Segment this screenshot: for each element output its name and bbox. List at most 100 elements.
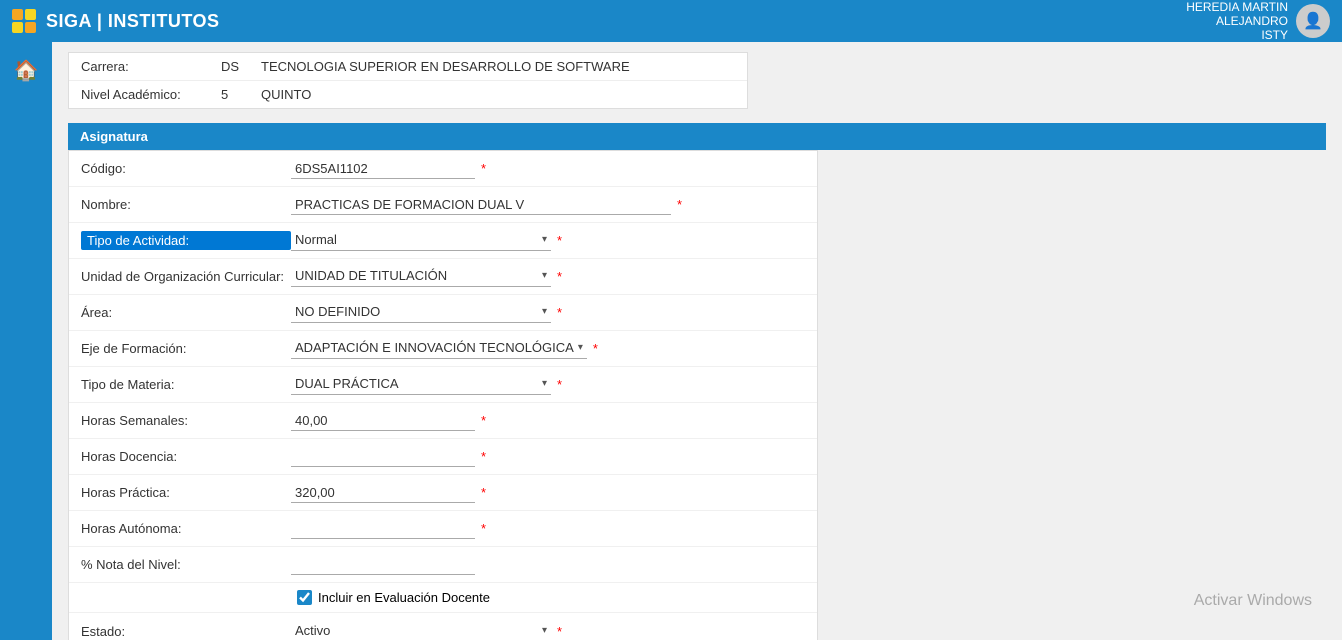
nombre-required: * (677, 197, 682, 212)
horas-practica-control: * (291, 483, 805, 503)
horas-semanales-input[interactable] (291, 411, 475, 431)
sidebar-home-button[interactable]: 🏠 (8, 52, 44, 88)
estado-required: * (557, 624, 562, 639)
area-required: * (557, 305, 562, 320)
tipo-materia-required: * (557, 377, 562, 392)
tipo-materia-value: DUAL PRÁCTICA (291, 374, 542, 393)
horas-semanales-row: Horas Semanales: * (69, 403, 817, 439)
codigo-control: * (291, 159, 805, 179)
app-body: 🏠 Carrera: DS TECNOLOGIA SUPERIOR EN DES… (0, 42, 1342, 640)
tipo-materia-select[interactable]: DUAL PRÁCTICA ▾ (291, 374, 551, 395)
horas-docencia-label: Horas Docencia: (81, 449, 291, 464)
nombre-label: Nombre: (81, 197, 291, 212)
eje-required: * (593, 341, 598, 356)
nota-nivel-row: % Nota del Nivel: (69, 547, 817, 583)
eje-value: ADAPTACIÓN E INNOVACIÓN TECNOLÓGICA (291, 338, 578, 357)
chevron-down-icon: ▾ (542, 378, 551, 389)
codigo-input[interactable] (291, 159, 475, 179)
horas-practica-input[interactable] (291, 483, 475, 503)
horas-semanales-required: * (481, 413, 486, 428)
tipo-materia-row: Tipo de Materia: DUAL PRÁCTICA ▾ * (69, 367, 817, 403)
unidad-value: UNIDAD DE TITULACIÓN (291, 266, 542, 285)
carrera-label: Carrera: (81, 59, 221, 74)
unidad-required: * (557, 269, 562, 284)
app-header: SIGA | INSTITUTOS HEREDIA MARTIN ALEJAND… (0, 0, 1342, 42)
nombre-input[interactable] (291, 195, 671, 215)
area-select[interactable]: NO DEFINIDO ▾ (291, 302, 551, 323)
incluir-eval-row: Incluir en Evaluación Docente (69, 583, 817, 613)
horas-docencia-input[interactable] (291, 447, 475, 467)
tipo-actividad-value: Normal (291, 230, 542, 249)
unidad-control: UNIDAD DE TITULACIÓN ▾ * (291, 266, 805, 287)
unidad-row: Unidad de Organización Curricular: UNIDA… (69, 259, 817, 295)
user-name2: ALEJANDRO (1186, 14, 1288, 28)
app-logo (12, 9, 36, 33)
carrera-value: TECNOLOGIA SUPERIOR EN DESARROLLO DE SOF… (261, 59, 630, 74)
chevron-down-icon: ▾ (542, 625, 551, 636)
carrera-row: Carrera: DS TECNOLOGIA SUPERIOR EN DESAR… (69, 53, 747, 81)
tipo-actividad-control: Normal ▾ * (291, 230, 805, 251)
asignatura-section: Asignatura Código: * Nombre: * (68, 123, 1326, 640)
main-content: Carrera: DS TECNOLOGIA SUPERIOR EN DESAR… (52, 42, 1342, 640)
section-title: Asignatura (68, 123, 1326, 150)
carrera-code: DS (221, 59, 261, 74)
tipo-actividad-label: Tipo de Actividad: (81, 231, 291, 250)
nivel-value: QUINTO (261, 87, 311, 102)
area-control: NO DEFINIDO ▾ * (291, 302, 805, 323)
eje-control: ADAPTACIÓN E INNOVACIÓN TECNOLÓGICA ▾ * (291, 338, 805, 359)
estado-label: Estado: (81, 624, 291, 639)
tipo-materia-control: DUAL PRÁCTICA ▾ * (291, 374, 805, 395)
info-block: Carrera: DS TECNOLOGIA SUPERIOR EN DESAR… (68, 52, 748, 109)
horas-practica-label: Horas Práctica: (81, 485, 291, 500)
nota-nivel-control (291, 555, 805, 575)
horas-semanales-control: * (291, 411, 805, 431)
chevron-down-icon: ▾ (542, 270, 551, 281)
eje-row: Eje de Formación: ADAPTACIÓN E INNOVACIÓ… (69, 331, 817, 367)
user-name3: ISTY (1186, 28, 1288, 42)
horas-practica-row: Horas Práctica: * (69, 475, 817, 511)
nivel-label: Nivel Académico: (81, 87, 221, 102)
horas-docencia-required: * (481, 449, 486, 464)
area-row: Área: NO DEFINIDO ▾ * (69, 295, 817, 331)
horas-docencia-control: * (291, 447, 805, 467)
user-name1: HEREDIA MARTIN (1186, 0, 1288, 14)
chevron-down-icon: ▾ (542, 306, 551, 317)
estado-value: Activo (291, 621, 542, 640)
codigo-required: * (481, 161, 486, 176)
codigo-row: Código: * (69, 151, 817, 187)
incluir-eval-checkbox[interactable] (297, 590, 312, 605)
asignatura-form: Código: * Nombre: * Tipo de Ac (68, 150, 818, 640)
avatar: 👤 (1296, 4, 1330, 38)
horas-docencia-row: Horas Docencia: * (69, 439, 817, 475)
nivel-code: 5 (221, 87, 261, 102)
area-value: NO DEFINIDO (291, 302, 542, 321)
horas-autonoma-input[interactable] (291, 519, 475, 539)
unidad-label: Unidad de Organización Curricular: (81, 269, 291, 284)
sidebar: 🏠 (0, 42, 52, 640)
eje-select[interactable]: ADAPTACIÓN E INNOVACIÓN TECNOLÓGICA ▾ (291, 338, 587, 359)
nivel-row: Nivel Académico: 5 QUINTO (69, 81, 747, 108)
tipo-materia-label: Tipo de Materia: (81, 377, 291, 392)
user-info: HEREDIA MARTIN ALEJANDRO ISTY 👤 (1186, 0, 1330, 42)
nombre-row: Nombre: * (69, 187, 817, 223)
codigo-label: Código: (81, 161, 291, 176)
tipo-actividad-row: Tipo de Actividad: Normal ▾ * (69, 223, 817, 259)
chevron-down-icon: ▾ (578, 342, 587, 353)
nota-nivel-label: % Nota del Nivel: (81, 557, 291, 572)
horas-semanales-label: Horas Semanales: (81, 413, 291, 428)
nota-nivel-input[interactable] (291, 555, 475, 575)
horas-practica-required: * (481, 485, 486, 500)
tipo-actividad-select[interactable]: Normal ▾ (291, 230, 551, 251)
estado-row: Estado: Activo ▾ * (69, 613, 817, 640)
chevron-down-icon: ▾ (542, 234, 551, 245)
area-label: Área: (81, 305, 291, 320)
estado-control: Activo ▾ * (291, 621, 805, 640)
nombre-control: * (291, 195, 805, 215)
estado-select[interactable]: Activo ▾ (291, 621, 551, 640)
tipo-actividad-required: * (557, 233, 562, 248)
horas-autonoma-label: Horas Autónoma: (81, 521, 291, 536)
eje-label: Eje de Formación: (81, 341, 291, 356)
unidad-select[interactable]: UNIDAD DE TITULACIÓN ▾ (291, 266, 551, 287)
logo-icon (12, 9, 36, 33)
app-title: SIGA | INSTITUTOS (46, 11, 220, 32)
